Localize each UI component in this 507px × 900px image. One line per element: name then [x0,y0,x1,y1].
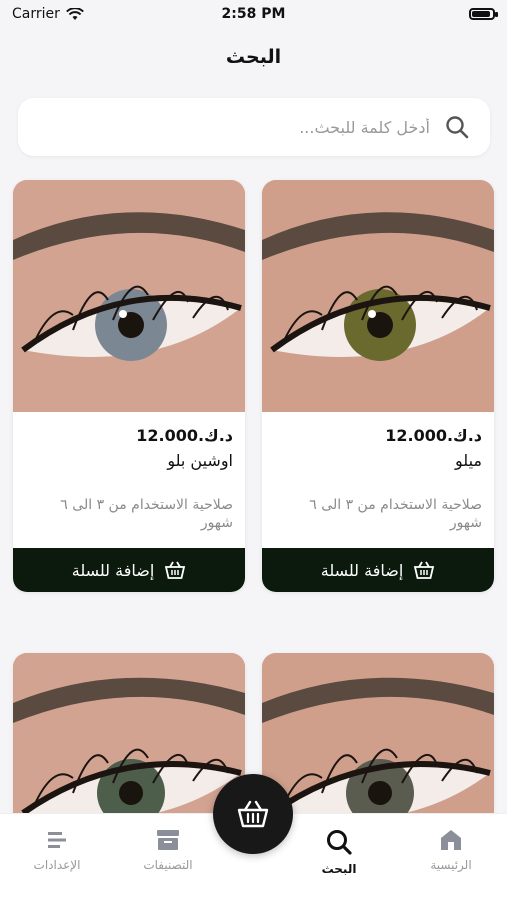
product-description: صلاحية الاستخدام من ٣ الى ٦ شهور [60,497,233,531]
search-bar[interactable] [18,98,490,156]
product-image [13,180,245,412]
tab-search[interactable]: البحث [289,828,389,876]
tab-search-label: البحث [321,862,357,876]
tab-categories[interactable]: التصنيفات [118,828,218,872]
tab-home[interactable]: الرئيسية [401,828,501,872]
search-input[interactable] [48,116,432,138]
status-time: 2:58 PM [221,6,286,22]
product-description: صلاحية الاستخدام من ٣ الى ٦ شهور [309,497,482,531]
home-icon [441,830,461,850]
product-price: د.ك.12.000 [136,426,233,445]
search-icon [327,830,352,855]
add-to-cart-label: إضافة للسلة [71,560,155,580]
add-to-cart-label: إضافة للسلة [320,560,404,580]
product-card[interactable]: د.ك.12.000 اوشين بلو صلاحية الاستخدام من… [13,180,245,592]
tab-settings-label: الإعدادات [33,858,81,872]
add-to-cart-button[interactable]: إضافة للسلة [13,548,245,592]
cart-fab-button[interactable] [213,774,293,854]
tab-home-label: الرئيسية [430,858,472,872]
settings-icon [48,832,66,848]
tab-categories-label: التصنيفات [143,858,193,872]
product-image [262,180,494,412]
basket-icon [237,800,269,828]
product-price: د.ك.12.000 [385,426,482,445]
tab-settings[interactable]: الإعدادات [7,828,107,872]
add-to-cart-button[interactable]: إضافة للسلة [262,548,494,592]
categories-icon [157,830,179,850]
basket-icon [165,561,186,579]
product-name: ميلو [455,451,482,470]
product-name: اوشين بلو [167,451,233,470]
search-icon [446,116,469,139]
status-bar: Carrier 2:58 PM [0,0,507,30]
product-card[interactable]: د.ك.12.000 ميلو صلاحية الاستخدام من ٣ ال… [262,180,494,592]
basket-icon [414,561,435,579]
battery-icon [469,8,498,20]
page-title: البحث [225,46,282,68]
